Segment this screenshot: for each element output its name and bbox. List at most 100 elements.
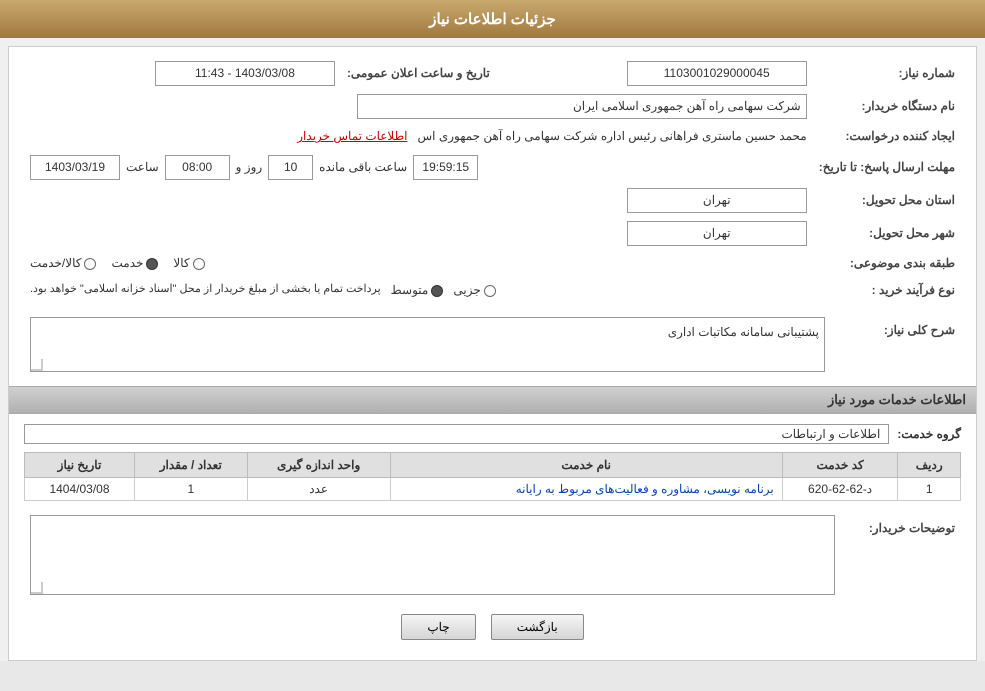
service-group-display: اطلاعات و ارتباطات xyxy=(24,424,889,444)
col-row-num: ردیف xyxy=(898,452,961,477)
button-row: چاپ بازگشت xyxy=(24,614,961,640)
creator-label: ایجاد کننده درخواست: xyxy=(813,123,961,150)
deadline-row: مهلت ارسال پاسخ: تا تاریخ: 1403/03/19 سا… xyxy=(24,151,961,184)
col-quantity: تعداد / مقدار xyxy=(134,452,247,477)
info-table: شماره نیاز: 1103001029000045 تاریخ و ساع… xyxy=(24,57,961,305)
category-option-goods: کالا xyxy=(173,254,204,273)
announce-date-display: 1403/03/08 - 11:43 xyxy=(155,61,335,86)
need-desc-row: شرح کلی نیاز: پشتیبانی سامانه مکاتبات اد… xyxy=(24,313,961,376)
deadline-remaining-time: 19:59:15 xyxy=(413,155,478,180)
category-row: طبقه بندی موضوعی: کالا/خدمت خدمت xyxy=(24,250,961,277)
contact-link[interactable]: اطلاعات تماس خریدار xyxy=(297,129,407,143)
cell-unit: عدد xyxy=(247,477,390,500)
need-number-display: 1103001029000045 xyxy=(627,61,807,86)
need-number-row: شماره نیاز: 1103001029000045 تاریخ و ساع… xyxy=(24,57,961,90)
category-options: کالا/خدمت خدمت کالا xyxy=(24,250,813,277)
category-label-service: خدمت xyxy=(111,254,143,273)
province-row: استان محل تحویل: تهران xyxy=(24,184,961,217)
purchase-type-value: پرداخت تمام یا بخشی از مبلغ خریدار از مح… xyxy=(24,277,813,304)
creator-text: محمد حسین ماستری فراهانی رئیس اداره شرکت… xyxy=(418,129,807,143)
deadline-time-label: ساعت xyxy=(126,158,159,177)
announce-date-label: تاریخ و ساعت اعلان عمومی: xyxy=(341,57,496,90)
col-service-name: نام خدمت xyxy=(390,452,782,477)
category-radio-service[interactable] xyxy=(146,258,158,270)
creator-value: محمد حسین ماستری فراهانی رئیس اداره شرکت… xyxy=(24,123,813,150)
purchase-medium-label: متوسط xyxy=(391,281,429,300)
purchase-partial-option: جزیی xyxy=(453,281,495,300)
category-option-service: خدمت xyxy=(111,254,158,273)
purchase-type-row: نوع فرآیند خرید : پرداخت تمام یا بخشی از… xyxy=(24,277,961,304)
deadline-value: 1403/03/19 ساعت 08:00 روز و 10 ساعت باقی… xyxy=(24,151,813,184)
city-row: شهر محل تحویل: تهران xyxy=(24,217,961,250)
buyer-desc-value xyxy=(24,511,841,599)
category-radio-goods-services[interactable] xyxy=(84,258,96,270)
deadline-time: 08:00 xyxy=(165,155,230,180)
cell-service-code: د-62-62-620 xyxy=(782,477,898,500)
purchase-partial-radio[interactable] xyxy=(484,285,496,297)
col-unit: واحد اندازه گیری xyxy=(247,452,390,477)
purchase-type-label: نوع فرآیند خرید : xyxy=(813,277,961,304)
purchase-type-container: پرداخت تمام یا بخشی از مبلغ خریدار از مح… xyxy=(30,281,807,300)
page-wrapper: جزئیات اطلاعات نیاز شماره نیاز: 11030010… xyxy=(0,0,985,661)
page-title: جزئیات اطلاعات نیاز xyxy=(429,11,556,28)
main-content: شماره نیاز: 1103001029000045 تاریخ و ساع… xyxy=(8,46,977,661)
deadline-date: 1403/03/19 xyxy=(30,155,120,180)
need-desc-table: شرح کلی نیاز: پشتیبانی سامانه مکاتبات اد… xyxy=(24,313,961,376)
category-label-goods: کالا xyxy=(173,254,189,273)
services-table-header-row: ردیف کد خدمت نام خدمت واحد اندازه گیری ت… xyxy=(25,452,961,477)
purchase-partial-label: جزیی xyxy=(453,281,480,300)
page-header: جزئیات اطلاعات نیاز xyxy=(0,0,985,38)
buyer-org-row: نام دستگاه خریدار: شرکت سهامی راه آهن جم… xyxy=(24,90,961,123)
cell-date: 1404/03/08 xyxy=(25,477,135,500)
col-service-code: کد خدمت xyxy=(782,452,898,477)
category-radio-group: کالا/خدمت خدمت کالا xyxy=(30,254,807,273)
announce-date-value: 1403/03/08 - 11:43 xyxy=(24,57,341,90)
services-section-title: اطلاعات خدمات مورد نیاز xyxy=(9,386,976,414)
deadline-label: مهلت ارسال پاسخ: تا تاریخ: xyxy=(813,151,961,184)
cell-quantity: 1 xyxy=(134,477,247,500)
resize-handle[interactable] xyxy=(31,359,43,371)
back-button[interactable]: بازگشت xyxy=(491,614,584,640)
category-option-goods-services: کالا/خدمت xyxy=(30,254,96,273)
purchase-medium-option: متوسط xyxy=(391,281,444,300)
city-value: تهران xyxy=(24,217,813,250)
city-label: شهر محل تحویل: xyxy=(813,217,961,250)
services-table-head: ردیف کد خدمت نام خدمت واحد اندازه گیری ت… xyxy=(25,452,961,477)
category-label: طبقه بندی موضوعی: xyxy=(813,250,961,277)
province-display: تهران xyxy=(627,188,807,213)
deadline-days: 10 xyxy=(268,155,313,180)
buyer-desc-label: توضیحات خریدار: xyxy=(841,511,961,599)
province-value: تهران xyxy=(24,184,813,217)
buyer-desc-resize-handle[interactable] xyxy=(31,582,43,594)
need-desc-label: شرح کلی نیاز: xyxy=(831,313,961,376)
deadline-remaining-label: ساعت باقی مانده xyxy=(319,158,407,177)
print-button[interactable]: چاپ xyxy=(401,614,475,640)
buyer-desc-table: توضیحات خریدار: xyxy=(24,511,961,599)
purchase-type-desc: پرداخت تمام یا بخشی از مبلغ خریدار از مح… xyxy=(30,281,381,299)
need-number-label: شماره نیاز: xyxy=(813,57,961,90)
buyer-org-label: نام دستگاه خریدار: xyxy=(813,90,961,123)
deadline-day-label: روز و xyxy=(236,158,263,177)
city-display: تهران xyxy=(627,221,807,246)
need-number-value: 1103001029000045 xyxy=(496,57,813,90)
service-group-label: گروه خدمت: xyxy=(897,427,961,441)
table-row: 1 د-62-62-620 برنامه نویسی، مشاوره و فعا… xyxy=(25,477,961,500)
service-group-row: گروه خدمت: اطلاعات و ارتباطات xyxy=(24,424,961,444)
buyer-org-display: شرکت سهامی راه آهن جمهوری اسلامی ایران xyxy=(357,94,807,119)
need-desc-text: پشتیبانی سامانه مکاتبات اداری xyxy=(668,323,819,342)
services-table-body: 1 د-62-62-620 برنامه نویسی، مشاوره و فعا… xyxy=(25,477,961,500)
buyer-desc-row: توضیحات خریدار: xyxy=(24,511,961,599)
buyer-org-value: شرکت سهامی راه آهن جمهوری اسلامی ایران xyxy=(24,90,813,123)
cell-service-name: برنامه نویسی، مشاوره و فعالیت‌های مربوط … xyxy=(390,477,782,500)
category-label-goods-services: کالا/خدمت xyxy=(30,254,81,273)
need-desc-textarea: پشتیبانی سامانه مکاتبات اداری xyxy=(30,317,825,372)
province-label: استان محل تحویل: xyxy=(813,184,961,217)
cell-row-num: 1 xyxy=(898,477,961,500)
services-table: ردیف کد خدمت نام خدمت واحد اندازه گیری ت… xyxy=(24,452,961,501)
buyer-desc-textarea xyxy=(30,515,835,595)
col-date: تاریخ نیاز xyxy=(25,452,135,477)
purchase-medium-radio[interactable] xyxy=(431,285,443,297)
need-desc-value: پشتیبانی سامانه مکاتبات اداری xyxy=(24,313,831,376)
category-radio-goods[interactable] xyxy=(193,258,205,270)
creator-row: ایجاد کننده درخواست: محمد حسین ماستری فر… xyxy=(24,123,961,150)
